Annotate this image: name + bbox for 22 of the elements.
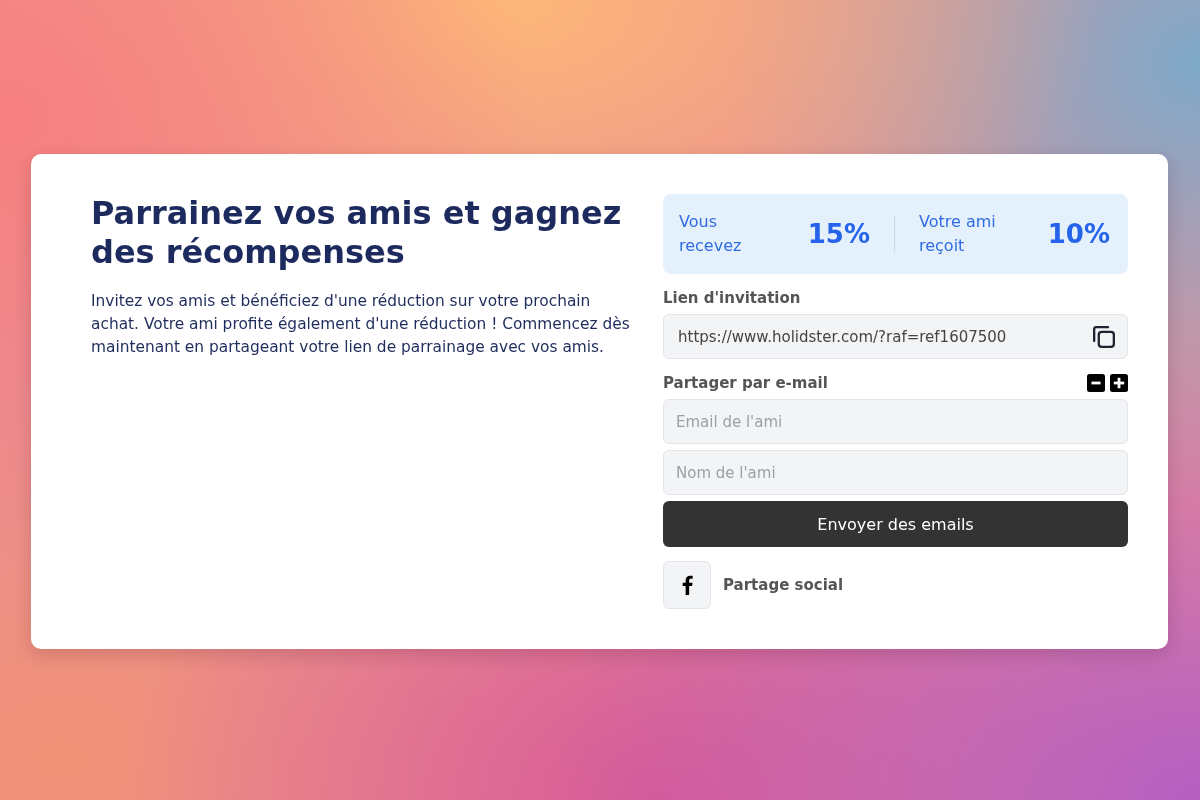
remove-field-button[interactable] [1087, 374, 1105, 392]
plus-icon [1110, 374, 1128, 392]
text-field[interactable]: Nom de l'ami [663, 450, 1128, 495]
facebook-share-button[interactable] [663, 561, 711, 609]
copy-icon [1093, 325, 1115, 348]
section-label: Partager par e-mail [663, 373, 828, 393]
invite-link-field[interactable]: https://www.holidster.com/?raf=ref1607500 [663, 314, 1128, 359]
reward-value: 15% [807, 219, 870, 249]
send-emails-button[interactable]: Envoyer des emails [663, 501, 1128, 547]
section-label: Partage social [723, 575, 844, 595]
add-field-button[interactable] [1110, 374, 1128, 392]
page-heading: Parrainez vos amis et gagnez des récompenses [91, 194, 623, 272]
minus-icon [1087, 374, 1105, 392]
facebook-icon [681, 575, 693, 595]
reward-value: 10% [1047, 219, 1110, 249]
text-field[interactable]: Email de l'ami [663, 399, 1128, 444]
intro-paragraph: Invitez vos amis et bénéficiez d'une réduction sur votre prochain achat. Votre ami profite également d'une réduction ! Commencez dès maintenant en partageant votre lien de parrainage avec vos amis. [91, 291, 631, 358]
invite-link-text: https://www.holidster.com/?raf=ref1607500 [678, 327, 1007, 346]
copy-button[interactable] [1093, 325, 1115, 348]
reward-label: Votre ami reçoit [919, 211, 997, 257]
section-label: Lien d'invitation [663, 288, 802, 308]
reward-label: Vous recevez [679, 211, 743, 257]
